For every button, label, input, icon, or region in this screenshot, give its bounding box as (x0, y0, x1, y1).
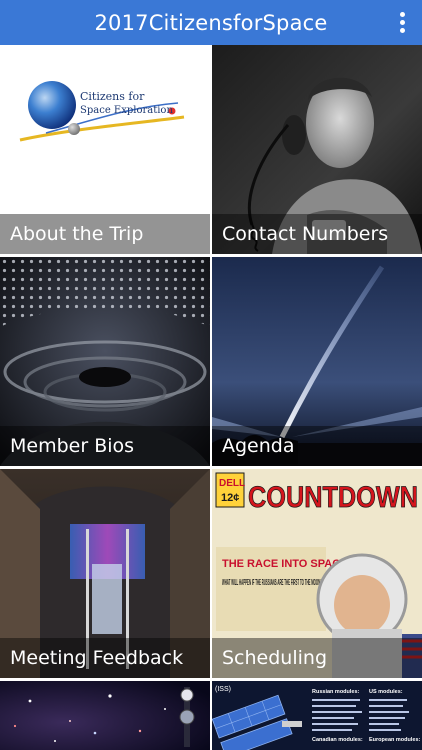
iss-canadian-heading: Canadian modules: (312, 737, 363, 743)
tile-label: Member Bios (0, 426, 210, 466)
comic-publisher: DELL (219, 478, 245, 489)
tile-about-the-trip[interactable]: Citizens for Space Exploration About the… (0, 45, 210, 254)
more-vertical-icon[interactable] (392, 9, 412, 36)
tile-contact-numbers[interactable]: Contact Numbers (212, 45, 422, 254)
tile-label: Scheduling (212, 638, 422, 678)
iss-russian-heading: Russian modules: (312, 689, 360, 695)
tile-iss-modules[interactable]: (ISS) Russian modules: US modules: Canad… (212, 681, 422, 750)
space-station-modules-diagram: (ISS) Russian modules: US modules: Canad… (212, 681, 422, 750)
logo-line-1: Citizens for (80, 90, 145, 103)
tile-scheduling[interactable]: DELL 12¢ COUNTDOWN THE RACE INTO SPACE W… (212, 469, 422, 678)
tile-label: Contact Numbers (212, 214, 422, 254)
starfield-photo (0, 681, 210, 750)
iss-us-heading: US modules: (369, 689, 403, 695)
tile-label: About the Trip (0, 214, 210, 254)
tile-label: Meeting Feedback (0, 638, 210, 678)
comic-title: COUNTDOWN (248, 481, 418, 514)
tile-meeting-feedback[interactable]: Meeting Feedback (0, 469, 210, 678)
tile-agenda[interactable]: Agenda (212, 257, 422, 466)
menu-grid: Citizens for Space Exploration About the… (0, 45, 422, 750)
comic-price: 12¢ (221, 492, 239, 504)
app-title: 2017CitizensforSpace (94, 10, 328, 35)
comic-question: WHAT WILL HAPPEN IF THE RUSSIANS ARE THE… (222, 578, 322, 587)
iss-chart-title: (ISS) (215, 686, 231, 693)
iss-european-heading: European modules: (369, 737, 421, 743)
tile-member-bios[interactable]: Member Bios (0, 257, 210, 466)
tile-starfield[interactable] (0, 681, 210, 750)
tile-label: Agenda (212, 426, 422, 466)
logo-line-2: Space Exploration (80, 105, 173, 116)
app-bar: 2017CitizensforSpace (0, 0, 422, 45)
